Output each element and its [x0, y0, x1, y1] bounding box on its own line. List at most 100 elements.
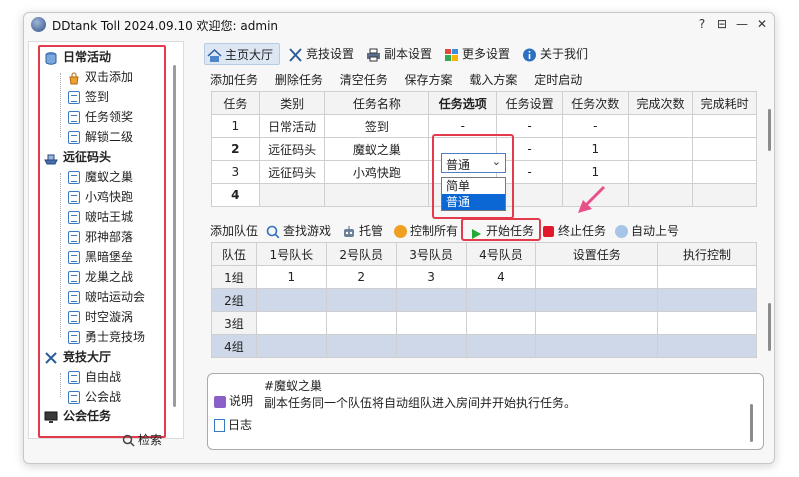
app-logo-icon — [31, 17, 46, 32]
add-task-button[interactable]: 添加任务 — [210, 73, 258, 87]
add-team-button[interactable]: 添加队伍 — [210, 221, 258, 241]
table-cell[interactable] — [325, 311, 397, 335]
col-header: 4号队员 — [465, 242, 537, 266]
table-cell[interactable]: 1 — [255, 265, 327, 289]
refresh-icon — [615, 225, 628, 238]
delete-task-button[interactable]: 删除任务 — [275, 73, 323, 87]
clear-tasks-button[interactable]: 清空任务 — [340, 73, 388, 87]
table-cell[interactable]: - — [561, 114, 629, 138]
table-row[interactable]: 4组 — [211, 334, 757, 358]
table-cell — [258, 183, 326, 207]
table-cell[interactable] — [325, 334, 397, 358]
task-table-header: 任务 类别 任务名称 任务选项 任务设置 任务次数 完成次数 完成耗时 — [211, 91, 757, 115]
table-cell: 魔蚁之巢 — [324, 137, 430, 161]
table-cell[interactable] — [395, 334, 467, 358]
stop-icon — [543, 226, 554, 237]
table-cell[interactable] — [657, 311, 757, 335]
pointer-arrow-icon — [578, 185, 606, 213]
find-game-button[interactable]: 查找游戏 — [266, 221, 331, 241]
auto-login-button[interactable]: 自动上号 — [615, 221, 679, 241]
col-header: 3号队员 — [395, 242, 467, 266]
table-cell[interactable] — [535, 265, 659, 289]
restore-button[interactable]: ⊟ — [714, 16, 730, 32]
table-cell[interactable] — [535, 311, 659, 335]
col-header: 队伍 — [211, 242, 257, 266]
control-all-button[interactable]: 控制所有 — [394, 221, 458, 241]
dropdown-option-normal[interactable]: 普通 — [442, 194, 505, 210]
host-button[interactable]: 托管 — [342, 221, 383, 241]
close-button[interactable]: ✕ — [754, 16, 770, 32]
save-plan-button[interactable]: 保存方案 — [405, 73, 453, 87]
description-title: #魔蚁之巢 — [264, 379, 323, 393]
scheduled-start-button[interactable]: 定时启动 — [534, 73, 582, 87]
tab-dungeon-settings[interactable]: 副本设置 — [364, 43, 432, 65]
table-row[interactable]: 2组 — [211, 288, 757, 312]
table-cell[interactable] — [255, 288, 327, 312]
tree-scrollbar[interactable] — [173, 65, 176, 407]
col-header: 类别 — [258, 91, 326, 115]
search-icon — [122, 434, 135, 447]
table-cell[interactable]: 1 — [561, 137, 629, 161]
col-header: 任务设置 — [496, 91, 563, 115]
table-cell[interactable] — [657, 265, 757, 289]
team-table: 队伍 1号队长 2号队员 3号队员 4号队员 设置任务 执行控制 1组 1 2 … — [211, 242, 757, 358]
table-cell[interactable] — [535, 334, 659, 358]
col-header: 完成耗时 — [692, 91, 757, 115]
table-cell — [324, 183, 430, 207]
task-action-bar: 添加任务 删除任务 清空任务 保存方案 载入方案 定时启动 — [210, 71, 595, 88]
team-table-scrollbar[interactable] — [768, 303, 771, 351]
table-cell — [692, 137, 757, 161]
table-cell[interactable]: 2 — [325, 265, 397, 289]
difficulty-select[interactable]: 普通 ⌄ — [441, 153, 506, 173]
table-row[interactable]: 3组 — [211, 311, 757, 335]
tree-highlight-box — [38, 45, 166, 438]
swords-icon — [288, 47, 303, 62]
load-plan-button[interactable]: 载入方案 — [469, 73, 517, 87]
table-cell[interactable]: 4 — [465, 265, 537, 289]
table-cell[interactable] — [657, 288, 757, 312]
table-cell[interactable] — [465, 334, 537, 358]
help-button[interactable]: ? — [694, 16, 710, 32]
table-cell[interactable] — [465, 311, 537, 335]
table-cell — [627, 114, 694, 138]
table-cell — [627, 160, 694, 184]
info-icon — [522, 47, 537, 62]
tab-description[interactable]: 说明 — [214, 392, 253, 409]
stop-task-button[interactable]: 终止任务 — [543, 221, 606, 241]
table-cell: 4 — [211, 183, 260, 207]
check-circle-icon — [394, 225, 407, 238]
tab-home-lobby[interactable]: 主页大厅 — [204, 43, 280, 65]
table-cell[interactable] — [395, 311, 467, 335]
tree-search[interactable]: 检索 — [122, 431, 162, 448]
table-cell: 1 — [211, 114, 260, 138]
table-cell[interactable]: 3 — [395, 265, 467, 289]
table-cell[interactable] — [255, 311, 327, 335]
dropdown-option-easy[interactable]: 简单 — [442, 178, 505, 194]
tab-more-settings[interactable]: 更多设置 — [442, 43, 510, 65]
table-cell — [692, 183, 757, 207]
table-cell[interactable] — [395, 288, 467, 312]
table-cell — [627, 183, 694, 207]
table-row[interactable]: 1组 1 2 3 4 — [211, 265, 757, 289]
table-cell: 1组 — [211, 265, 257, 289]
table-cell[interactable] — [465, 288, 537, 312]
chevron-down-icon: ⌄ — [491, 155, 501, 168]
search-icon — [266, 225, 280, 239]
description-scrollbar[interactable] — [750, 404, 753, 442]
table-cell: 2组 — [211, 288, 257, 312]
table-cell[interactable] — [535, 288, 659, 312]
tab-about-us[interactable]: 关于我们 — [520, 43, 588, 65]
table-cell[interactable] — [325, 288, 397, 312]
minimize-button[interactable]: — — [734, 16, 750, 32]
tab-log[interactable]: 日志 — [214, 416, 252, 433]
printer-icon — [366, 47, 381, 62]
table-cell[interactable] — [255, 334, 327, 358]
table-cell — [627, 137, 694, 161]
table-cell: 3组 — [211, 311, 257, 335]
difficulty-dropdown-list: 简单 普通 — [441, 177, 506, 211]
table-cell: 日常活动 — [258, 114, 326, 138]
log-doc-icon — [214, 419, 225, 432]
table-cell[interactable] — [657, 334, 757, 358]
task-table-scrollbar[interactable] — [768, 109, 771, 151]
tab-arena-settings[interactable]: 竞技设置 — [286, 43, 354, 65]
